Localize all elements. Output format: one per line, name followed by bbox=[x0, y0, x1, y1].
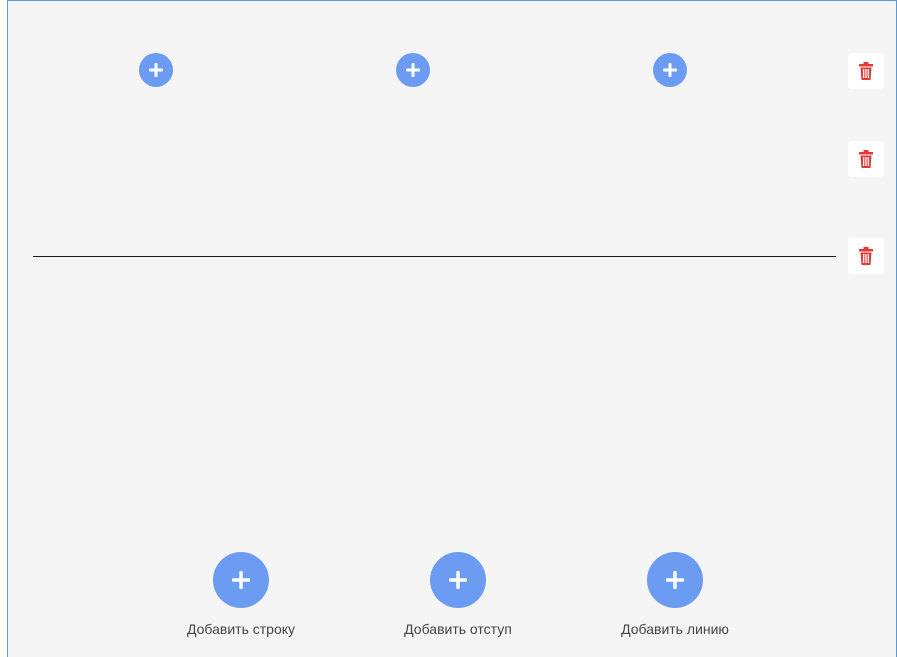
horizontal-line-block bbox=[33, 256, 836, 257]
plus-icon bbox=[232, 571, 250, 589]
delete-line-button[interactable] bbox=[848, 238, 884, 274]
add-spacer-action: Добавить отступ bbox=[383, 552, 533, 652]
trash-icon bbox=[859, 247, 873, 265]
trash-icon bbox=[859, 62, 873, 80]
delete-row-button-2[interactable] bbox=[848, 141, 884, 177]
add-spacer-label: Добавить отступ bbox=[404, 621, 512, 637]
add-column-button-3[interactable] bbox=[653, 53, 687, 87]
layout-editor: Добавить строку Добавить отступ Добавить… bbox=[7, 0, 897, 657]
plus-icon bbox=[149, 63, 163, 77]
add-row-button[interactable] bbox=[213, 552, 269, 608]
add-line-button[interactable] bbox=[647, 552, 703, 608]
add-spacer-button[interactable] bbox=[430, 552, 486, 608]
add-column-button-2[interactable] bbox=[396, 53, 430, 87]
trash-icon bbox=[859, 150, 873, 168]
add-row-action: Добавить строку bbox=[166, 552, 316, 652]
add-column-button-1[interactable] bbox=[139, 53, 173, 87]
plus-icon bbox=[449, 571, 467, 589]
plus-icon bbox=[666, 571, 684, 589]
plus-icon bbox=[663, 63, 677, 77]
plus-icon bbox=[406, 63, 420, 77]
add-line-label: Добавить линию bbox=[621, 621, 729, 637]
delete-row-button-1[interactable] bbox=[848, 53, 884, 89]
add-row-label: Добавить строку bbox=[186, 621, 296, 637]
add-line-action: Добавить линию bbox=[600, 552, 750, 652]
